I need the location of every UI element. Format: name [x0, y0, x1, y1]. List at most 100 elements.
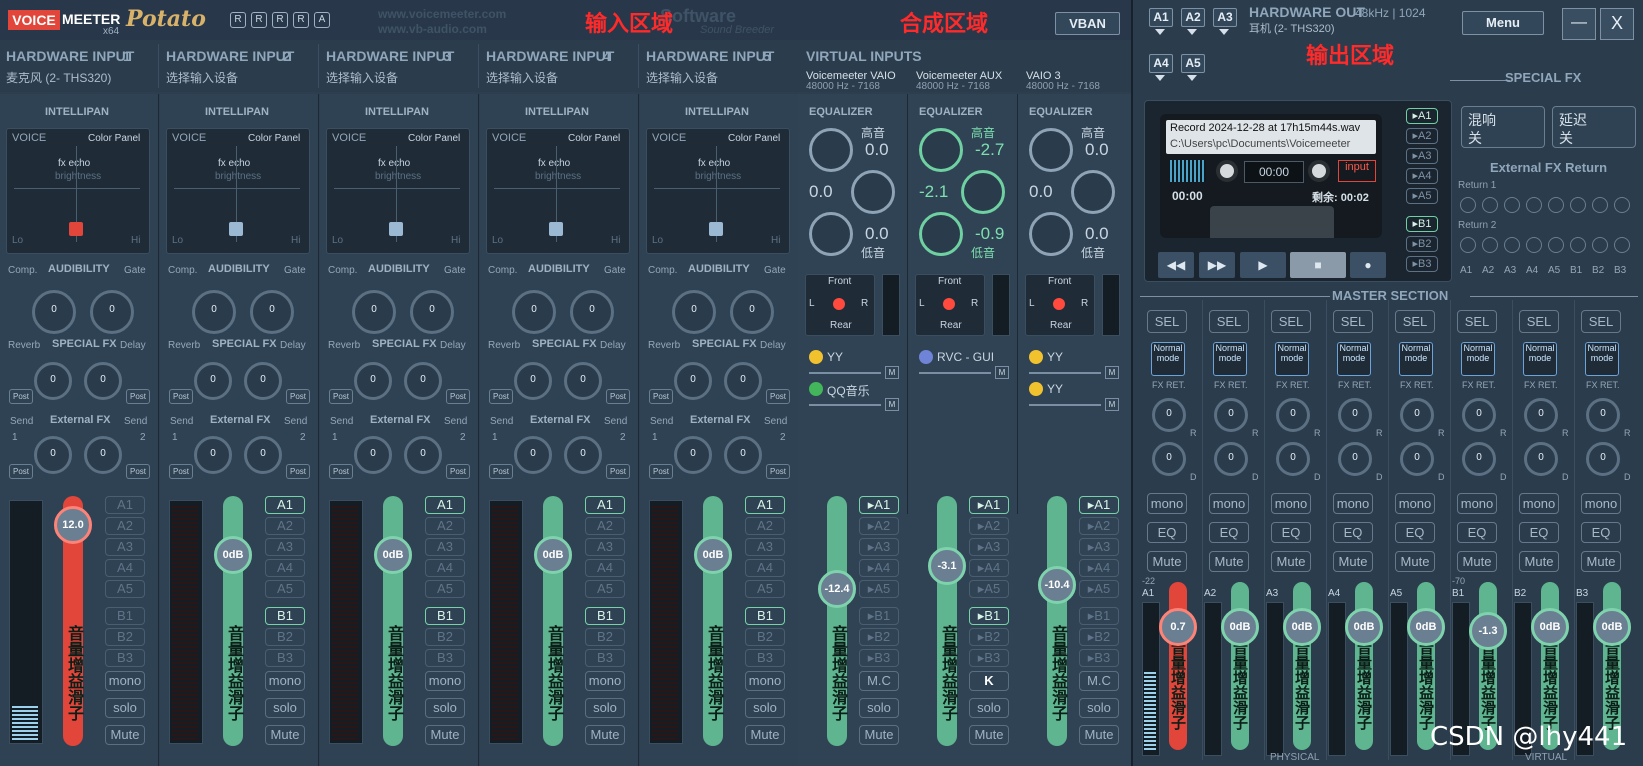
post-reverb-button[interactable]: Post: [649, 389, 673, 404]
bus-button-a3[interactable]: A3: [585, 538, 625, 556]
bus-button-a2[interactable]: ▸A2: [1079, 517, 1119, 535]
eq-mid-knob[interactable]: [1071, 170, 1115, 214]
bus-button-b1[interactable]: B1: [105, 607, 145, 625]
app-mute-1[interactable]: M: [995, 366, 1009, 379]
eq-button[interactable]: EQ: [1395, 522, 1435, 543]
bus-button-a1[interactable]: ▸A1: [969, 496, 1009, 514]
post-delay-button[interactable]: Post: [766, 389, 790, 404]
bus-button-b3[interactable]: ▸B3: [859, 649, 899, 667]
bus-button-a1[interactable]: ▸A1: [1079, 496, 1119, 514]
output-a4-button[interactable]: A4: [1149, 54, 1173, 73]
mute-button[interactable]: Mute: [1581, 551, 1621, 572]
bus-button-a3[interactable]: ▸A3: [1079, 538, 1119, 556]
recorder-bus-a3[interactable]: ▸A3: [1406, 148, 1438, 164]
delay-button[interactable]: 延迟 关: [1552, 106, 1636, 148]
return-slot[interactable]: [1614, 197, 1630, 213]
intellipan-cursor[interactable]: [549, 222, 563, 236]
normal-mode-button[interactable]: Normal mode: [1213, 342, 1247, 376]
app-slider-1[interactable]: [809, 372, 881, 374]
mute-button[interactable]: Mute: [1079, 725, 1119, 745]
bus-button-b3[interactable]: B3: [105, 649, 145, 667]
eq-button[interactable]: EQ: [1581, 522, 1621, 543]
recorder-bus-b1[interactable]: ▸B1: [1406, 216, 1438, 232]
sel-button[interactable]: SEL: [1209, 310, 1249, 333]
bus-button-a5[interactable]: A5: [585, 580, 625, 598]
bus-button-b3[interactable]: B3: [265, 649, 305, 667]
eq-high-knob[interactable]: [1029, 128, 1073, 172]
eq-low-knob[interactable]: [809, 212, 853, 256]
return-slot[interactable]: [1592, 197, 1608, 213]
mute-button[interactable]: Mute: [105, 725, 145, 745]
eq-low-knob[interactable]: [919, 212, 963, 256]
bus-button-a4[interactable]: A4: [105, 559, 145, 577]
post-send2-button[interactable]: Post: [286, 464, 310, 479]
post-send2-button[interactable]: Post: [126, 464, 150, 479]
eq-high-knob[interactable]: [919, 128, 963, 172]
mc-button[interactable]: M.C: [859, 671, 899, 691]
post-delay-button[interactable]: Post: [126, 389, 150, 404]
app-mute-1[interactable]: M: [885, 366, 899, 379]
reverb-button[interactable]: 混响 关: [1461, 106, 1545, 148]
bus-button-a2[interactable]: A2: [265, 517, 305, 535]
solo-button[interactable]: solo: [425, 698, 465, 718]
gain-fader-thumb[interactable]: -3.1: [928, 547, 966, 585]
post-send1-button[interactable]: Post: [9, 464, 33, 479]
surround-cursor[interactable]: [1053, 298, 1065, 310]
eq-button[interactable]: EQ: [1457, 522, 1497, 543]
sel-button[interactable]: SEL: [1395, 310, 1435, 333]
bus-button-b1[interactable]: ▸B1: [859, 607, 899, 625]
surround-cursor[interactable]: [943, 298, 955, 310]
bus-button-b1[interactable]: B1: [585, 607, 625, 625]
mono-button[interactable]: mono: [1581, 493, 1621, 514]
bus-button-a2[interactable]: A2: [745, 517, 785, 535]
eq-button[interactable]: EQ: [1333, 522, 1373, 543]
mute-button[interactable]: Mute: [265, 725, 305, 745]
bus-button-a3[interactable]: A3: [105, 538, 145, 556]
gain-fader-thumb[interactable]: 0dB: [534, 536, 572, 574]
sel-button[interactable]: SEL: [1457, 310, 1497, 333]
mute-button[interactable]: Mute: [859, 725, 899, 745]
mute-button[interactable]: Mute: [1271, 551, 1311, 572]
r-button-2[interactable]: R: [251, 12, 267, 28]
bus-button-b1[interactable]: B1: [425, 607, 465, 625]
bus-button-a5[interactable]: A5: [425, 580, 465, 598]
eq-button[interactable]: EQ: [1209, 522, 1249, 543]
bus-button-b3[interactable]: ▸B3: [969, 649, 1009, 667]
master-fader-thumb[interactable]: 0dB: [1221, 608, 1259, 646]
surround-cursor[interactable]: [833, 298, 845, 310]
minimize-button[interactable]: —: [1562, 8, 1596, 40]
post-send1-button[interactable]: Post: [329, 464, 353, 479]
post-delay-button[interactable]: Post: [606, 389, 630, 404]
app-slider-1[interactable]: [919, 372, 991, 374]
forward-button[interactable]: ▶▶: [1199, 252, 1235, 278]
bus-button-b1[interactable]: ▸B1: [1079, 607, 1119, 625]
bus-button-b3[interactable]: B3: [425, 649, 465, 667]
app-slider-2[interactable]: [1029, 404, 1101, 406]
bus-button-a1[interactable]: A1: [425, 496, 465, 514]
return-slot[interactable]: [1482, 237, 1498, 253]
recorder-bus-a4[interactable]: ▸A4: [1406, 168, 1438, 184]
bus-button-a4[interactable]: ▸A4: [969, 559, 1009, 577]
return-slot[interactable]: [1526, 197, 1542, 213]
intellipan-cursor[interactable]: [229, 222, 243, 236]
bus-button-b1[interactable]: B1: [265, 607, 305, 625]
bus-button-a5[interactable]: A5: [265, 580, 305, 598]
mono-button[interactable]: mono: [585, 671, 625, 691]
a-button[interactable]: A: [314, 12, 330, 28]
mute-button[interactable]: Mute: [1147, 551, 1187, 572]
output-a1-button[interactable]: A1: [1149, 8, 1173, 27]
bus-button-a3[interactable]: A3: [745, 538, 785, 556]
mono-button[interactable]: mono: [105, 671, 145, 691]
bus-button-a5[interactable]: A5: [105, 580, 145, 598]
mute-button[interactable]: Mute: [1395, 551, 1435, 572]
bus-button-b2[interactable]: ▸B2: [969, 628, 1009, 646]
master-fader-thumb[interactable]: 0dB: [1283, 608, 1321, 646]
eq-low-knob[interactable]: [1029, 212, 1073, 256]
master-fader-thumb[interactable]: 0dB: [1345, 608, 1383, 646]
mono-button[interactable]: mono: [745, 671, 785, 691]
return-slot[interactable]: [1460, 237, 1476, 253]
mono-button[interactable]: mono: [1333, 493, 1373, 514]
bus-button-b2[interactable]: ▸B2: [1079, 628, 1119, 646]
bus-button-a2[interactable]: A2: [425, 517, 465, 535]
bus-button-a5[interactable]: A5: [745, 580, 785, 598]
